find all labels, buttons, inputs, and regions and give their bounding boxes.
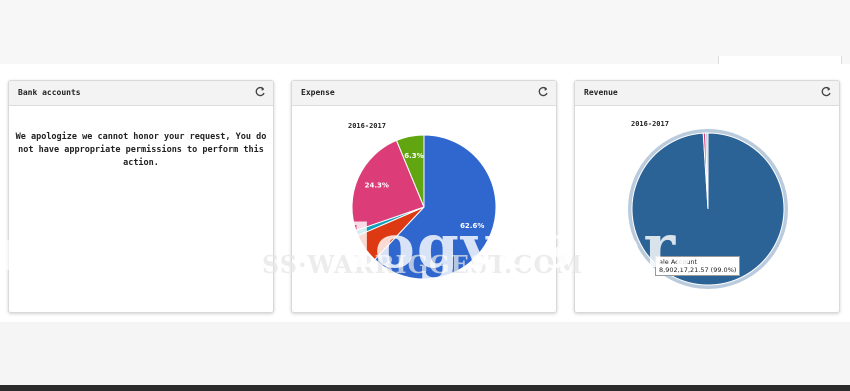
tooltip-series: ale Account — [659, 258, 698, 266]
bottom-bar — [0, 385, 850, 391]
refresh-icon[interactable] — [537, 86, 549, 98]
pie-slice-label: 24.3% — [365, 182, 389, 190]
expense-panel: Expense 2016-2017 62.6% 24.3% 6.3% — [291, 80, 557, 313]
expense-period-label: 2016-2017 — [348, 122, 386, 130]
refresh-icon[interactable] — [820, 86, 832, 98]
top-band — [0, 0, 850, 64]
panel-title: Bank accounts — [18, 88, 81, 97]
panel-header: Expense — [292, 81, 556, 106]
panel-title: Expense — [301, 88, 335, 97]
tooltip-value: 8,902,17,21.57 (99.0%) — [659, 266, 737, 274]
footer-area — [0, 322, 850, 385]
refresh-icon[interactable] — [254, 86, 266, 98]
panel-header: Revenue — [575, 81, 839, 106]
panel-title: Revenue — [584, 88, 618, 97]
panel-header: Bank accounts — [9, 81, 273, 106]
expense-pie-chart[interactable]: 62.6% 24.3% 6.3% — [348, 131, 500, 283]
chart-tooltip: ale Account 8,902,17,21.57 (99.0%) — [655, 256, 741, 276]
bank-accounts-panel: Bank accounts We apologize we cannot hon… — [8, 80, 274, 313]
permission-message: We apologize we cannot honor your reques… — [15, 132, 267, 168]
pie-slice-label: 62.6% — [460, 222, 484, 230]
pie-slice-label: 6.3% — [404, 152, 423, 160]
revenue-panel: Revenue 2016-2017 — [574, 80, 840, 313]
